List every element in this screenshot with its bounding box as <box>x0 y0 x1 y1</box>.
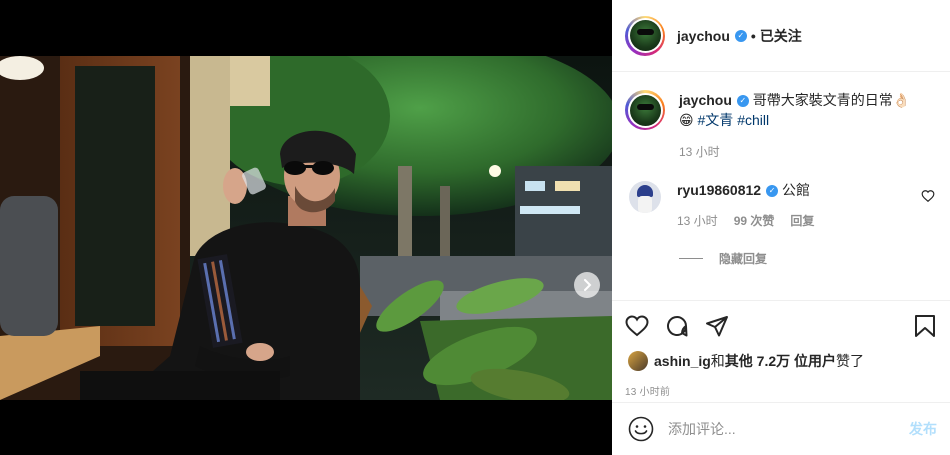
caption: jaychou ✓ 哥帶大家裝文青的日常👌🏻 😁 #文青 #chill 13 小时 <box>625 90 937 162</box>
save-button[interactable] <box>913 314 937 338</box>
hashtag-link[interactable]: #chill <box>737 112 769 128</box>
comments-section[interactable]: jaychou ✓ 哥帶大家裝文青的日常👌🏻 😁 #文青 #chill 13 小时… <box>612 72 950 300</box>
add-comment-bar: 发布 <box>612 402 950 455</box>
carousel-next-button[interactable] <box>574 272 600 298</box>
comment-item: ryu19860812 ✓ 公館 13 小时 99 次赞 回复 <box>625 181 937 230</box>
commenter-avatar[interactable] <box>629 181 661 213</box>
like-button[interactable] <box>625 314 649 338</box>
comment-input[interactable] <box>668 421 909 437</box>
share-button[interactable] <box>705 314 729 338</box>
post-actions: ashin_ig 和 其他 7.2万 位用户 赞了 13 小时前 <box>612 300 950 402</box>
photo-scene <box>0 56 612 400</box>
liker-avatar[interactable] <box>628 351 648 371</box>
author-avatar[interactable] <box>625 15 665 56</box>
paper-plane-icon <box>706 316 728 337</box>
hide-replies-button[interactable]: 隐藏回复 <box>679 250 937 267</box>
comment-timestamp: 13 小时 <box>677 214 718 228</box>
following-button[interactable]: 已关注 <box>760 26 802 46</box>
caption-text: 哥帶大家裝文青的日常👌🏻 <box>748 92 911 108</box>
verified-badge-icon: ✓ <box>734 29 747 42</box>
likes-summary: ashin_ig 和 其他 7.2万 位用户 赞了 <box>625 351 937 371</box>
verified-badge-icon: ✓ <box>736 95 749 108</box>
author-username[interactable]: jaychou <box>677 28 730 44</box>
other-likers-link[interactable]: 其他 7.2万 位用户 <box>725 351 836 371</box>
commenter-username[interactable]: ryu19860812 <box>677 182 761 198</box>
post-comment-button[interactable]: 发布 <box>909 419 937 439</box>
heart-icon <box>625 315 649 337</box>
post-timestamp[interactable]: 13 小时前 <box>625 383 937 398</box>
comment-like-heart-icon[interactable] <box>921 189 935 203</box>
media-pane <box>0 0 612 455</box>
post-header: jaychou ✓ • 已关注 <box>612 0 950 72</box>
likes-connector: 和 <box>710 353 725 369</box>
comment-button[interactable] <box>665 314 689 338</box>
post-detail-panel: jaychou ✓ • 已关注 jaychou ✓ 哥帶大家裝文青的日常👌🏻 😁 … <box>612 0 950 455</box>
caption-emoji: 😁 <box>679 112 694 128</box>
bookmark-icon <box>915 315 935 337</box>
reply-button[interactable]: 回复 <box>790 212 814 230</box>
chevron-right-icon <box>584 279 592 291</box>
caption-timestamp: 13 小时 <box>679 145 720 159</box>
first-liker-username[interactable]: ashin_ig <box>654 353 711 369</box>
hide-replies-label: 隐藏回复 <box>719 252 768 266</box>
hashtag-link[interactable]: #文青 <box>698 112 734 128</box>
comment-text: 公館 <box>778 182 810 198</box>
caption-username[interactable]: jaychou <box>679 92 732 108</box>
likes-suffix: 赞了 <box>836 353 865 369</box>
caption-avatar[interactable] <box>625 90 665 130</box>
verified-badge-icon: ✓ <box>766 185 779 198</box>
hide-replies-line <box>679 258 703 259</box>
post-photo[interactable] <box>0 56 612 400</box>
smiley-icon[interactable] <box>628 416 654 442</box>
header-separator: • <box>750 27 756 44</box>
comment-bubble-icon <box>667 316 688 337</box>
comment-likes-count[interactable]: 99 次赞 <box>734 212 775 230</box>
